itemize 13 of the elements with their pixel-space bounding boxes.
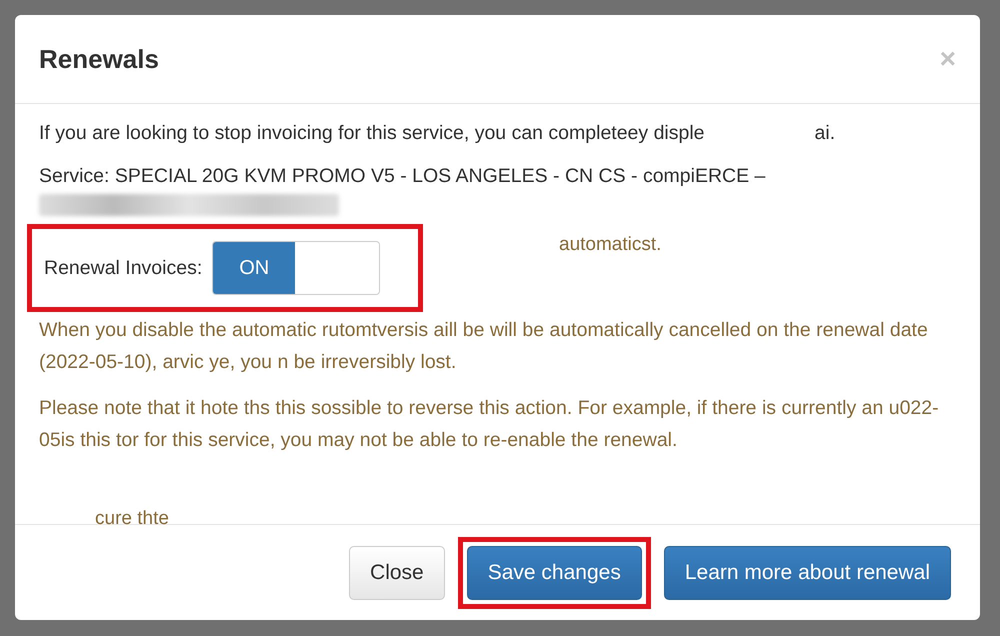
note-text: automaticst. (559, 234, 662, 256)
intro-text-end: ai. (814, 122, 836, 145)
toggle-switch[interactable]: ON (212, 241, 380, 295)
renewal-invoices-label: Renewal Invoices: (44, 256, 202, 280)
warning-text: When you disable the automatic rutomtversis aill be will be automatically cancelled on the renewal date (2022-05-10), arvic ye, you n be irreversibly lost. (39, 318, 929, 375)
intro-text: If you are looking to stop invoicing for this service, you can completeey disple (39, 122, 705, 145)
dialog-title: Renewals (39, 44, 159, 74)
service-text: Service: SPECIAL 20G KVM PROMO V5 - LOS ANGELES - CN CS - compiERCE – (39, 165, 766, 188)
warning-text: Please note that it hote ths this sossible to reverse this action. For example, if there is currently an u022-05is this tor for this service, you may not be able to re-enable the renewal. (39, 396, 940, 453)
stray-text: cure thte (95, 508, 169, 530)
action-button[interactable]: Learn more about renewal (664, 546, 951, 600)
close-dialog-button[interactable]: Close (349, 546, 445, 600)
action-button[interactable]: Save changes (466, 546, 642, 600)
